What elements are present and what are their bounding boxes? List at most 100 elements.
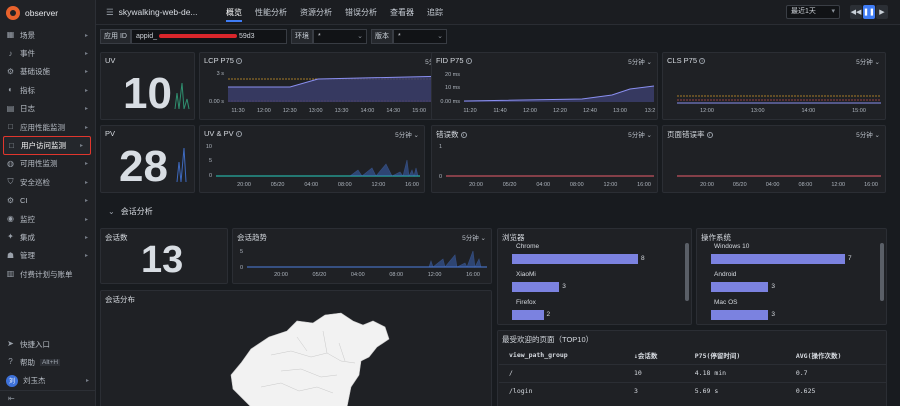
y-tick-label: 3 s — [217, 71, 225, 77]
collapse-icon: ⇤ — [8, 394, 15, 403]
x-tick-label: 12:00 — [700, 108, 714, 114]
x-tick-label: 04:00 — [766, 182, 780, 188]
forward-button[interactable]: ▶ — [876, 5, 888, 19]
y-tick-label: 20 ms — [445, 72, 460, 78]
browsers-panel: 浏览器 Chrome 8 XiaoMi 3 Firefox 2 — [497, 228, 692, 325]
tab-3[interactable]: 错误分析 — [345, 0, 377, 25]
sidebar-item-apm[interactable]: □ 应用性能监测 ▸ — [0, 118, 95, 136]
x-tick-label: 12:00 — [831, 182, 845, 188]
help-label: 帮助 — [20, 357, 35, 367]
sidebar-item-ci[interactable]: ⚙ CI ▸ — [0, 192, 95, 210]
filter-row: 应用 ID appid_ 59d3 环境 * ⌄ 版本 * ⌄ — [100, 29, 447, 44]
bar[interactable] — [512, 310, 544, 320]
version-select[interactable]: * ⌄ — [392, 29, 447, 44]
sidebar-nav: ▦ 场景 ▸ ♪ 事件 ▸ ⚙ 基础设施 ▸ ◐ 指标 ▸ ▤ 日志 ▸ □ 应用性能监测 ▸ □ 用户访问监测 ▸ ◍ 可… — [0, 26, 95, 283]
sidebar-item-monitor[interactable]: ◉ 监控 ▸ — [0, 210, 95, 228]
tab-4[interactable]: 查看器 — [390, 0, 414, 25]
sidebar-item-shield[interactable]: ⛉ 安全巡检 ▸ — [0, 173, 95, 191]
quick-entry-link[interactable]: ➤ 快捷入口 — [0, 335, 96, 353]
rum-icon: □ — [9, 140, 14, 150]
bar-label: XiaoMi — [516, 271, 536, 278]
sidebar-item-billing[interactable]: ▥ 付费计划与账单 — [0, 265, 95, 283]
bar[interactable] — [711, 310, 769, 320]
table-row[interactable]: /10 4.18 min 0.7 — [499, 363, 887, 382]
collapse-sidebar-button[interactable]: ⇤ — [0, 390, 96, 406]
top-pages-table: view_path_group ↓会话数 P75(停留时间) AVG(操作次数) /1… — [499, 346, 887, 400]
x-tick-label: 08:00 — [338, 182, 352, 188]
bar[interactable] — [711, 254, 845, 264]
time-range-select[interactable]: 最近1天 — [786, 5, 840, 19]
table-row[interactable]: /login 3 5.69 s 0.625 — [499, 381, 887, 400]
tab-0[interactable]: 概览 — [226, 0, 242, 25]
avatar: 刘 — [6, 374, 18, 387]
availability-icon: ◍ — [7, 158, 14, 168]
app-id-select[interactable]: appid_ 59d3 — [130, 29, 287, 44]
sidebar-item-metrics[interactable]: ◐ 指标 ▸ — [0, 81, 95, 99]
session-section-toggle[interactable]: 会话分析 — [108, 206, 153, 217]
x-tick-label: 16:00 — [466, 272, 480, 278]
help-link[interactable]: ? 帮助 Alt+H — [0, 353, 96, 371]
topbar: ☰ skywalking-web-de... 概览 性能分析 资源分析 错误分析 查看器… — [96, 0, 900, 25]
x-tick-label: 04:00 — [304, 182, 318, 188]
table-cell: 0.7 — [785, 363, 887, 382]
sidebar-item-integration[interactable]: ✦ 集成 ▸ — [0, 228, 95, 246]
bar-label: Chrome — [516, 243, 540, 250]
fid-chart: 20 ms 10 ms 0.00 ms11:20 11:40 12:00 12:20 12:… — [440, 72, 655, 114]
tab-1[interactable]: 性能分析 — [255, 0, 287, 25]
sidebar-item-dashboard[interactable]: ▦ 场景 ▸ — [0, 26, 95, 44]
bar-value: 8 — [641, 255, 645, 262]
sidebar-item-bell[interactable]: ♪ 事件 ▸ — [0, 44, 95, 62]
app-id-prefix: appid_ — [135, 33, 157, 40]
rewind-button[interactable]: ◀◀ — [850, 5, 862, 19]
tab-2[interactable]: 资源分析 — [300, 0, 332, 25]
bar[interactable] — [711, 282, 769, 292]
version-value: * — [397, 33, 401, 40]
chevron-down-icon: ⌄ — [437, 33, 443, 40]
session-trend-chart: 5 0 20:00 05/20 04:00 08:00 12:00 16:00 — [240, 249, 487, 278]
sidebar-item-label: 事件 — [20, 49, 35, 59]
metrics-icon: ◐ — [8, 85, 13, 95]
session-trend-panel: 会话趋势 5分钟 ⌄ 5 0 20:00 05/20 04:00 08:00 12:00 16… — [232, 228, 492, 284]
y-tick-label: 10 — [206, 144, 212, 150]
area-series — [228, 76, 450, 102]
tab-5[interactable]: 追踪 — [427, 0, 443, 25]
sidebar-item-server[interactable]: ⚙ 基础设施 ▸ — [0, 63, 95, 81]
chevron-right-icon: ▸ — [84, 106, 88, 113]
table-body: /10 4.18 min 0.7/login 3 5.69 s 0.625 — [499, 363, 887, 400]
sidebar-item-label: 基础设施 — [20, 67, 50, 77]
column-header[interactable]: ↓会话数 — [624, 346, 685, 364]
bar-value: 3 — [771, 311, 776, 318]
cls-chart: 12:00 13:00 14:00 15:00 — [677, 95, 881, 114]
chevron-right-icon: ▸ — [84, 69, 88, 76]
bar[interactable] — [512, 282, 560, 292]
bar-label: Windows 10 — [714, 243, 750, 250]
integration-icon: ✦ — [7, 232, 14, 242]
y-tick-label: 5 — [209, 158, 212, 164]
lcp-panel: LCP P75i 5分钟 ⌄ 3 s0.00 s11:3012:0012:301… — [199, 52, 455, 120]
user-menu[interactable]: 刘 刘玉杰 ▸ — [0, 372, 96, 390]
sidebar-item-manage[interactable]: ☗ 管理 ▸ — [0, 247, 95, 265]
os-scrollbar[interactable] — [880, 243, 884, 301]
sidebar-item-log[interactable]: ▤ 日志 ▸ — [0, 100, 95, 118]
sidebar-item-availability[interactable]: ◍ 可用性监测 ▸ — [0, 155, 95, 173]
server-icon: ⚙ — [6, 66, 15, 76]
sidebar-item-rum[interactable]: □ 用户访问监测 ▸ — [3, 136, 91, 155]
sidebar-item-label: 集成 — [20, 232, 35, 242]
y-tick-label: 0 — [240, 265, 243, 271]
env-select[interactable]: * ⌄ — [312, 29, 367, 44]
pause-button[interactable]: ❚❚ — [863, 5, 875, 19]
manage-icon: ☗ — [6, 250, 15, 260]
y-tick-label: 0 — [209, 173, 212, 179]
x-tick-label: 12:20 — [553, 108, 567, 114]
uvpv-panel: UV & PV i 5分钟 ⌄ 10 5 0 20:00 05/20 04:00 08:00 1… — [199, 125, 425, 193]
bar[interactable] — [512, 254, 638, 264]
menu-lines-icon: ☰ — [106, 6, 114, 17]
chevron-right-icon: ▸ — [84, 161, 88, 168]
browsers-scrollbar[interactable] — [685, 243, 689, 301]
column-header: view_path_group — [509, 350, 568, 359]
x-tick-label: 13:30 — [335, 108, 349, 114]
forward-icon: ▶ — [879, 9, 885, 16]
x-tick-label: 20:00 — [700, 182, 714, 188]
sidebar-item-label: 可用性监测 — [20, 159, 58, 169]
logo[interactable]: observer — [0, 0, 95, 26]
